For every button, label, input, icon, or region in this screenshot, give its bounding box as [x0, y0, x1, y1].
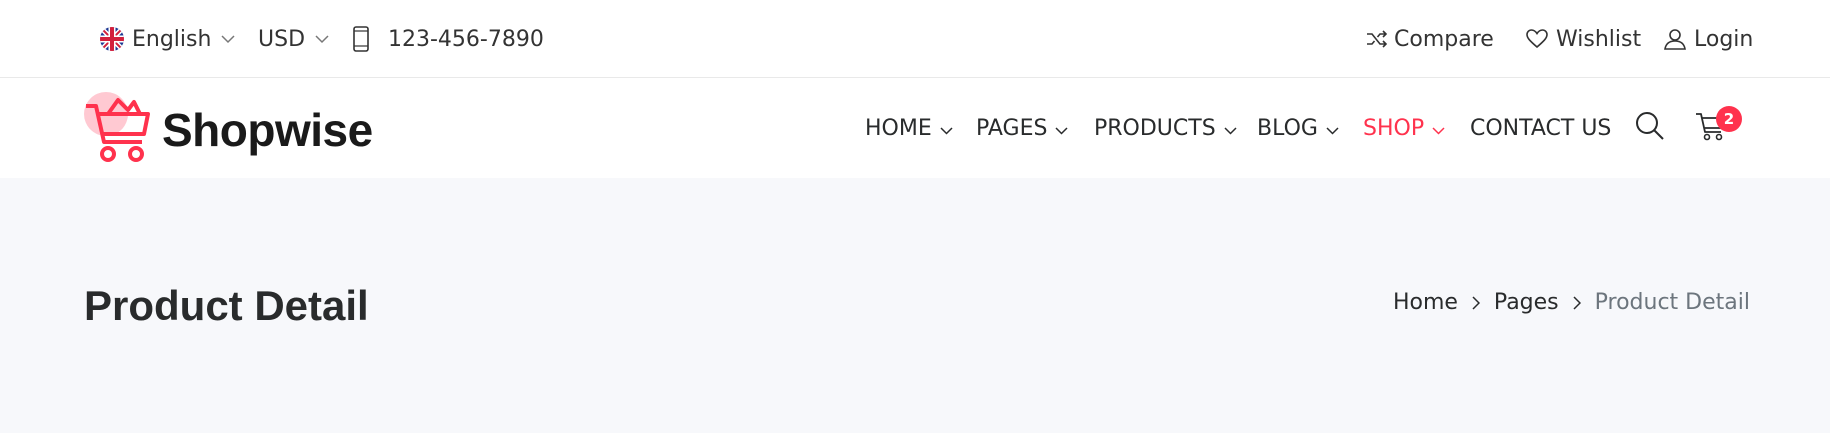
- breadcrumb-current: Product Detail: [1594, 290, 1750, 315]
- nav-blog[interactable]: BLOG: [1257, 78, 1339, 178]
- phone-contact: 123-456-7890: [352, 0, 544, 78]
- logo-text: Shopwise: [162, 104, 373, 156]
- chevron-down-icon: [1055, 116, 1068, 141]
- chevron-right-icon: [1472, 295, 1480, 310]
- currency-label: USD: [258, 26, 306, 52]
- login-label: Login: [1694, 26, 1754, 52]
- page-title-section: Product Detail Home Pages Product Detail: [0, 178, 1830, 433]
- language-label: English: [132, 26, 212, 52]
- search-icon: [1635, 111, 1665, 145]
- wishlist-label: Wishlist: [1556, 26, 1642, 52]
- compare-label: Compare: [1394, 26, 1494, 52]
- chevron-down-icon: [315, 34, 329, 44]
- currency-selector[interactable]: USD: [258, 0, 329, 78]
- logo[interactable]: Shopwise: [84, 90, 373, 170]
- login-link[interactable]: Login: [1664, 0, 1753, 78]
- nav-label: SHOP: [1363, 115, 1425, 141]
- search-button[interactable]: [1634, 112, 1666, 144]
- shopping-basket-logo-icon: [84, 90, 152, 170]
- breadcrumb-home[interactable]: Home: [1393, 290, 1458, 315]
- compare-link[interactable]: Compare: [1366, 0, 1494, 78]
- breadcrumb: Home Pages Product Detail: [1393, 290, 1750, 315]
- uk-flag-icon: [100, 27, 124, 51]
- chevron-down-icon: [1326, 116, 1339, 141]
- page-title: Product Detail: [84, 282, 369, 329]
- nav-label: HOME: [865, 115, 932, 141]
- mobile-phone-icon: [352, 26, 370, 52]
- nav-shop[interactable]: SHOP: [1363, 78, 1445, 178]
- breadcrumb-pages[interactable]: Pages: [1494, 290, 1559, 315]
- nav-home[interactable]: HOME: [865, 78, 953, 178]
- nav-pages[interactable]: PAGES: [976, 78, 1068, 178]
- chevron-down-icon: [940, 116, 953, 141]
- nav-contact-us[interactable]: CONTACT US: [1470, 78, 1611, 178]
- nav-label: CONTACT US: [1470, 115, 1612, 141]
- heart-icon: [1526, 29, 1548, 49]
- chevron-down-icon: [1224, 116, 1237, 141]
- top-bar: English USD 123-456-7890 Compare Wishlis…: [0, 0, 1830, 78]
- nav-products[interactable]: PRODUCTS: [1094, 78, 1237, 178]
- shuffle-icon: [1366, 30, 1388, 48]
- cart-count-badge: 2: [1716, 106, 1742, 132]
- main-header: Shopwise HOME PAGES PRODUCTS BLOG SHOP C…: [0, 78, 1830, 178]
- phone-number: 123-456-7890: [388, 26, 544, 52]
- nav-label: PRODUCTS: [1094, 115, 1216, 141]
- chevron-down-icon: [1432, 116, 1445, 141]
- nav-label: BLOG: [1257, 115, 1318, 141]
- language-selector[interactable]: English: [100, 0, 235, 78]
- wishlist-link[interactable]: Wishlist: [1526, 0, 1641, 78]
- user-icon: [1664, 28, 1686, 50]
- chevron-down-icon: [221, 34, 235, 44]
- nav-label: PAGES: [976, 115, 1048, 141]
- chevron-right-icon: [1573, 295, 1581, 310]
